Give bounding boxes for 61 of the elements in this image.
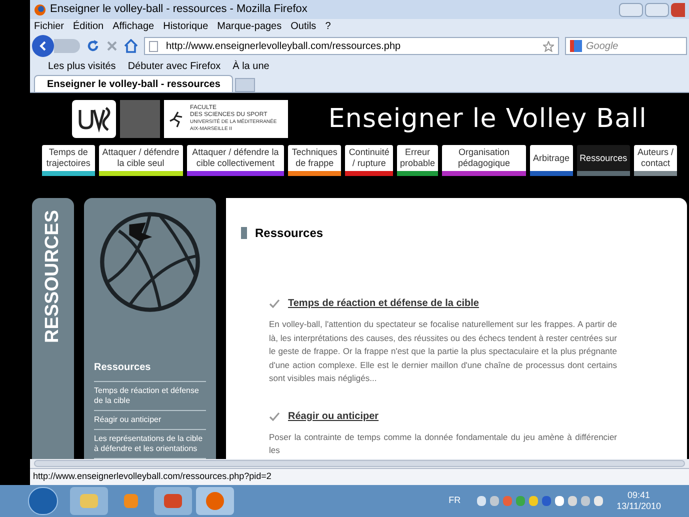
menu-item[interactable]: Marque-pages — [217, 18, 282, 34]
menu-item[interactable]: Fichier — [34, 18, 64, 34]
vertical-section-title: RESSOURCES — [40, 210, 64, 344]
nav-tab[interactable]: Techniques de frappe — [288, 145, 342, 176]
new-tab-button[interactable] — [235, 78, 256, 92]
sidebar-link[interactable]: Temps de réaction et défense de la cible — [94, 382, 206, 411]
presentation-taskbar-icon[interactable] — [154, 487, 192, 515]
photo-placeholder — [120, 100, 160, 138]
back-button[interactable] — [32, 35, 54, 57]
browser-tab[interactable]: Enseigner le volley-ball - ressources — [34, 75, 234, 92]
folder-taskbar-icon[interactable] — [70, 487, 108, 515]
bookmark-link[interactable]: Débuter avec Firefox — [128, 59, 221, 74]
home-icon[interactable] — [124, 39, 138, 53]
checkmark-icon — [269, 412, 280, 420]
star-icon[interactable] — [543, 40, 554, 52]
menu-item[interactable]: Affichage — [112, 18, 154, 34]
horizontal-scrollbar-thumb[interactable] — [34, 460, 685, 467]
nav-tab[interactable]: Temps de trajectoires — [42, 145, 95, 176]
nav-tab[interactable]: Continuité / rupture — [345, 145, 393, 176]
sidebar-link[interactable]: Réagir ou anticiper — [94, 411, 206, 430]
article-excerpt: En volley-ball, l'attention du spectateur se focalise naturellement sur les frappes. A partir de là, les interprétations des causes, des réussites ou des échecs tendent à rester centrées sur le geste de frappe. Or la frappe n'est que la partie la plus spectaculaire et la plus prégnante d'une action complexe. Elle est le dernier maillon d'une chaîne de processus dont certains sont visibles mais négligés... — [269, 318, 617, 385]
reload-icon[interactable] — [86, 39, 100, 53]
menu-item[interactable]: Édition — [73, 18, 104, 34]
search-field[interactable]: Google — [586, 38, 666, 54]
nav-tab[interactable]: Auteurs / contact — [634, 145, 678, 176]
article-link[interactable]: Réagir ou anticiper — [288, 408, 379, 424]
article-link[interactable]: Temps de réaction et défense de la cible — [288, 296, 479, 311]
minimize-button[interactable] — [619, 2, 643, 16]
status-bar-url: http://www.enseignerlevolleyball.com/ressources.php?pid=2 — [33, 470, 272, 484]
clock-time: 09:41 — [628, 490, 650, 501]
browser-taskbar-icon[interactable] — [196, 487, 234, 515]
bookmark-link[interactable]: À la une — [232, 59, 270, 74]
article-excerpt: Poser la contrainte de temps comme la donnée fondamentale du jeu amène à différencier les — [269, 430, 617, 457]
nav-tab[interactable]: Ressources — [576, 145, 630, 176]
address-field[interactable]: http://www.enseignerlevolleyball.com/ressources.php — [166, 38, 535, 54]
checkmark-icon — [269, 299, 280, 308]
menu-item[interactable]: ? — [325, 18, 331, 34]
address-bar[interactable]: http://www.enseignerlevolleyball.com/ressources.php — [144, 37, 559, 55]
language-indicator: FR — [448, 494, 461, 508]
nav-tab[interactable]: Organisation pédagogique — [442, 145, 526, 176]
clock-date: 13/11/2010 — [616, 501, 661, 512]
google-logo-icon — [570, 40, 582, 52]
site-title: Enseigner le Volley Ball — [328, 102, 647, 136]
bookmark-link[interactable]: Les plus visités — [48, 59, 116, 74]
section-heading: Ressources — [255, 225, 324, 242]
close-button[interactable] — [671, 2, 685, 16]
sidebar-title: Ressources — [94, 360, 206, 382]
nav-tab[interactable]: Attaquer / défendre la cible seul — [98, 145, 183, 176]
stop-icon[interactable] — [106, 40, 118, 52]
window-title: Enseigner le volley-ball - ressources - Mozilla Firefox — [50, 2, 308, 18]
menu-item[interactable]: Outils — [290, 18, 316, 34]
nav-tab[interactable]: Arbitrage — [530, 145, 573, 176]
start-button[interactable] — [28, 487, 58, 515]
nav-tab[interactable]: Erreur probable — [397, 145, 438, 176]
heading-marker-icon — [241, 227, 247, 239]
search-bar[interactable]: Google — [565, 37, 687, 55]
page-icon — [149, 40, 158, 52]
maximize-button[interactable] — [645, 2, 669, 16]
nav-tab[interactable]: Attaquer / défendre la cible collectivement — [186, 145, 284, 176]
browser-logo-icon — [34, 4, 46, 16]
menu-item[interactable]: Historique — [163, 18, 208, 34]
